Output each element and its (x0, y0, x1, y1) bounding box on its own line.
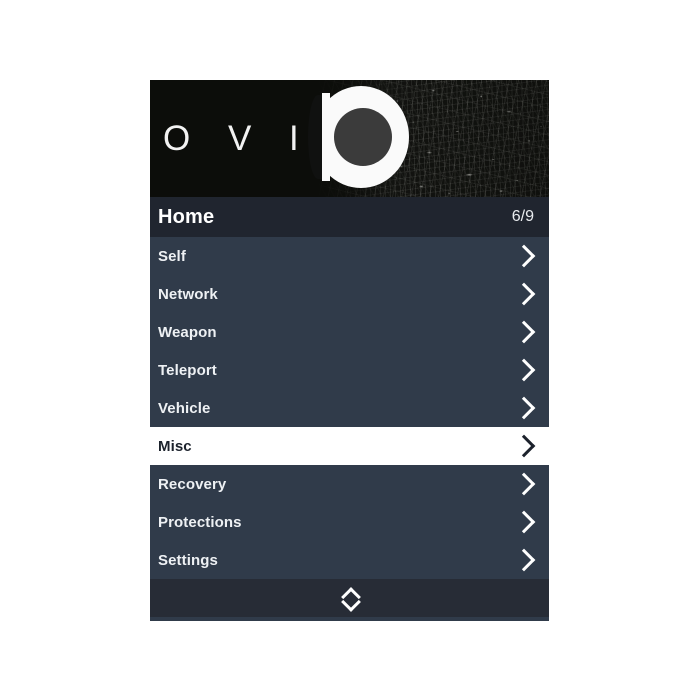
menu-item-protections[interactable]: Protections (150, 503, 549, 541)
menu-item-label: Self (158, 247, 186, 265)
menu-item-label: Network (158, 285, 218, 303)
menu-item-teleport[interactable]: Teleport (150, 351, 549, 389)
menu-list: Self Network Weapon Teleport Vehicle Mis… (150, 237, 549, 579)
logo-inner-circle (334, 108, 392, 166)
menu-item-settings[interactable]: Settings (150, 541, 549, 579)
menu-item-recovery[interactable]: Recovery (150, 465, 549, 503)
menu-item-vehicle[interactable]: Vehicle (150, 389, 549, 427)
chevron-right-icon (512, 472, 536, 496)
menu-item-label: Vehicle (158, 399, 211, 417)
logo-stem-bar (322, 93, 330, 181)
chevron-right-icon (512, 548, 536, 572)
chevron-right-icon (512, 320, 536, 344)
chevron-right-icon (512, 434, 536, 458)
mod-menu-panel: O V I X Home 6/9 Self Network Weapon Tel… (150, 80, 549, 621)
menu-item-self[interactable]: Self (150, 237, 549, 275)
chevron-right-icon (512, 282, 536, 306)
menu-titlebar: Home 6/9 (150, 197, 549, 237)
menu-item-network[interactable]: Network (150, 275, 549, 313)
menu-item-label: Settings (158, 551, 218, 569)
menu-banner: O V I X (150, 80, 549, 197)
menu-item-label: Protections (158, 513, 242, 531)
menu-item-label: Weapon (158, 323, 217, 341)
menu-item-label: Teleport (158, 361, 217, 379)
option-counter: 6/9 (511, 208, 534, 225)
up-down-chevron-icon[interactable] (340, 587, 361, 612)
chevron-right-icon (512, 510, 536, 534)
menu-item-misc[interactable]: Misc (150, 427, 549, 465)
chevron-right-icon (512, 244, 536, 268)
brand-lockup: O V I X (150, 80, 549, 197)
chevron-right-icon (512, 358, 536, 382)
menu-footer (150, 579, 549, 617)
chevron-right-icon (512, 396, 536, 420)
ovix-logo-icon (307, 84, 413, 190)
menu-item-label: Misc (158, 437, 192, 455)
page-title: Home (158, 205, 215, 228)
menu-item-label: Recovery (158, 475, 227, 493)
menu-item-weapon[interactable]: Weapon (150, 313, 549, 351)
